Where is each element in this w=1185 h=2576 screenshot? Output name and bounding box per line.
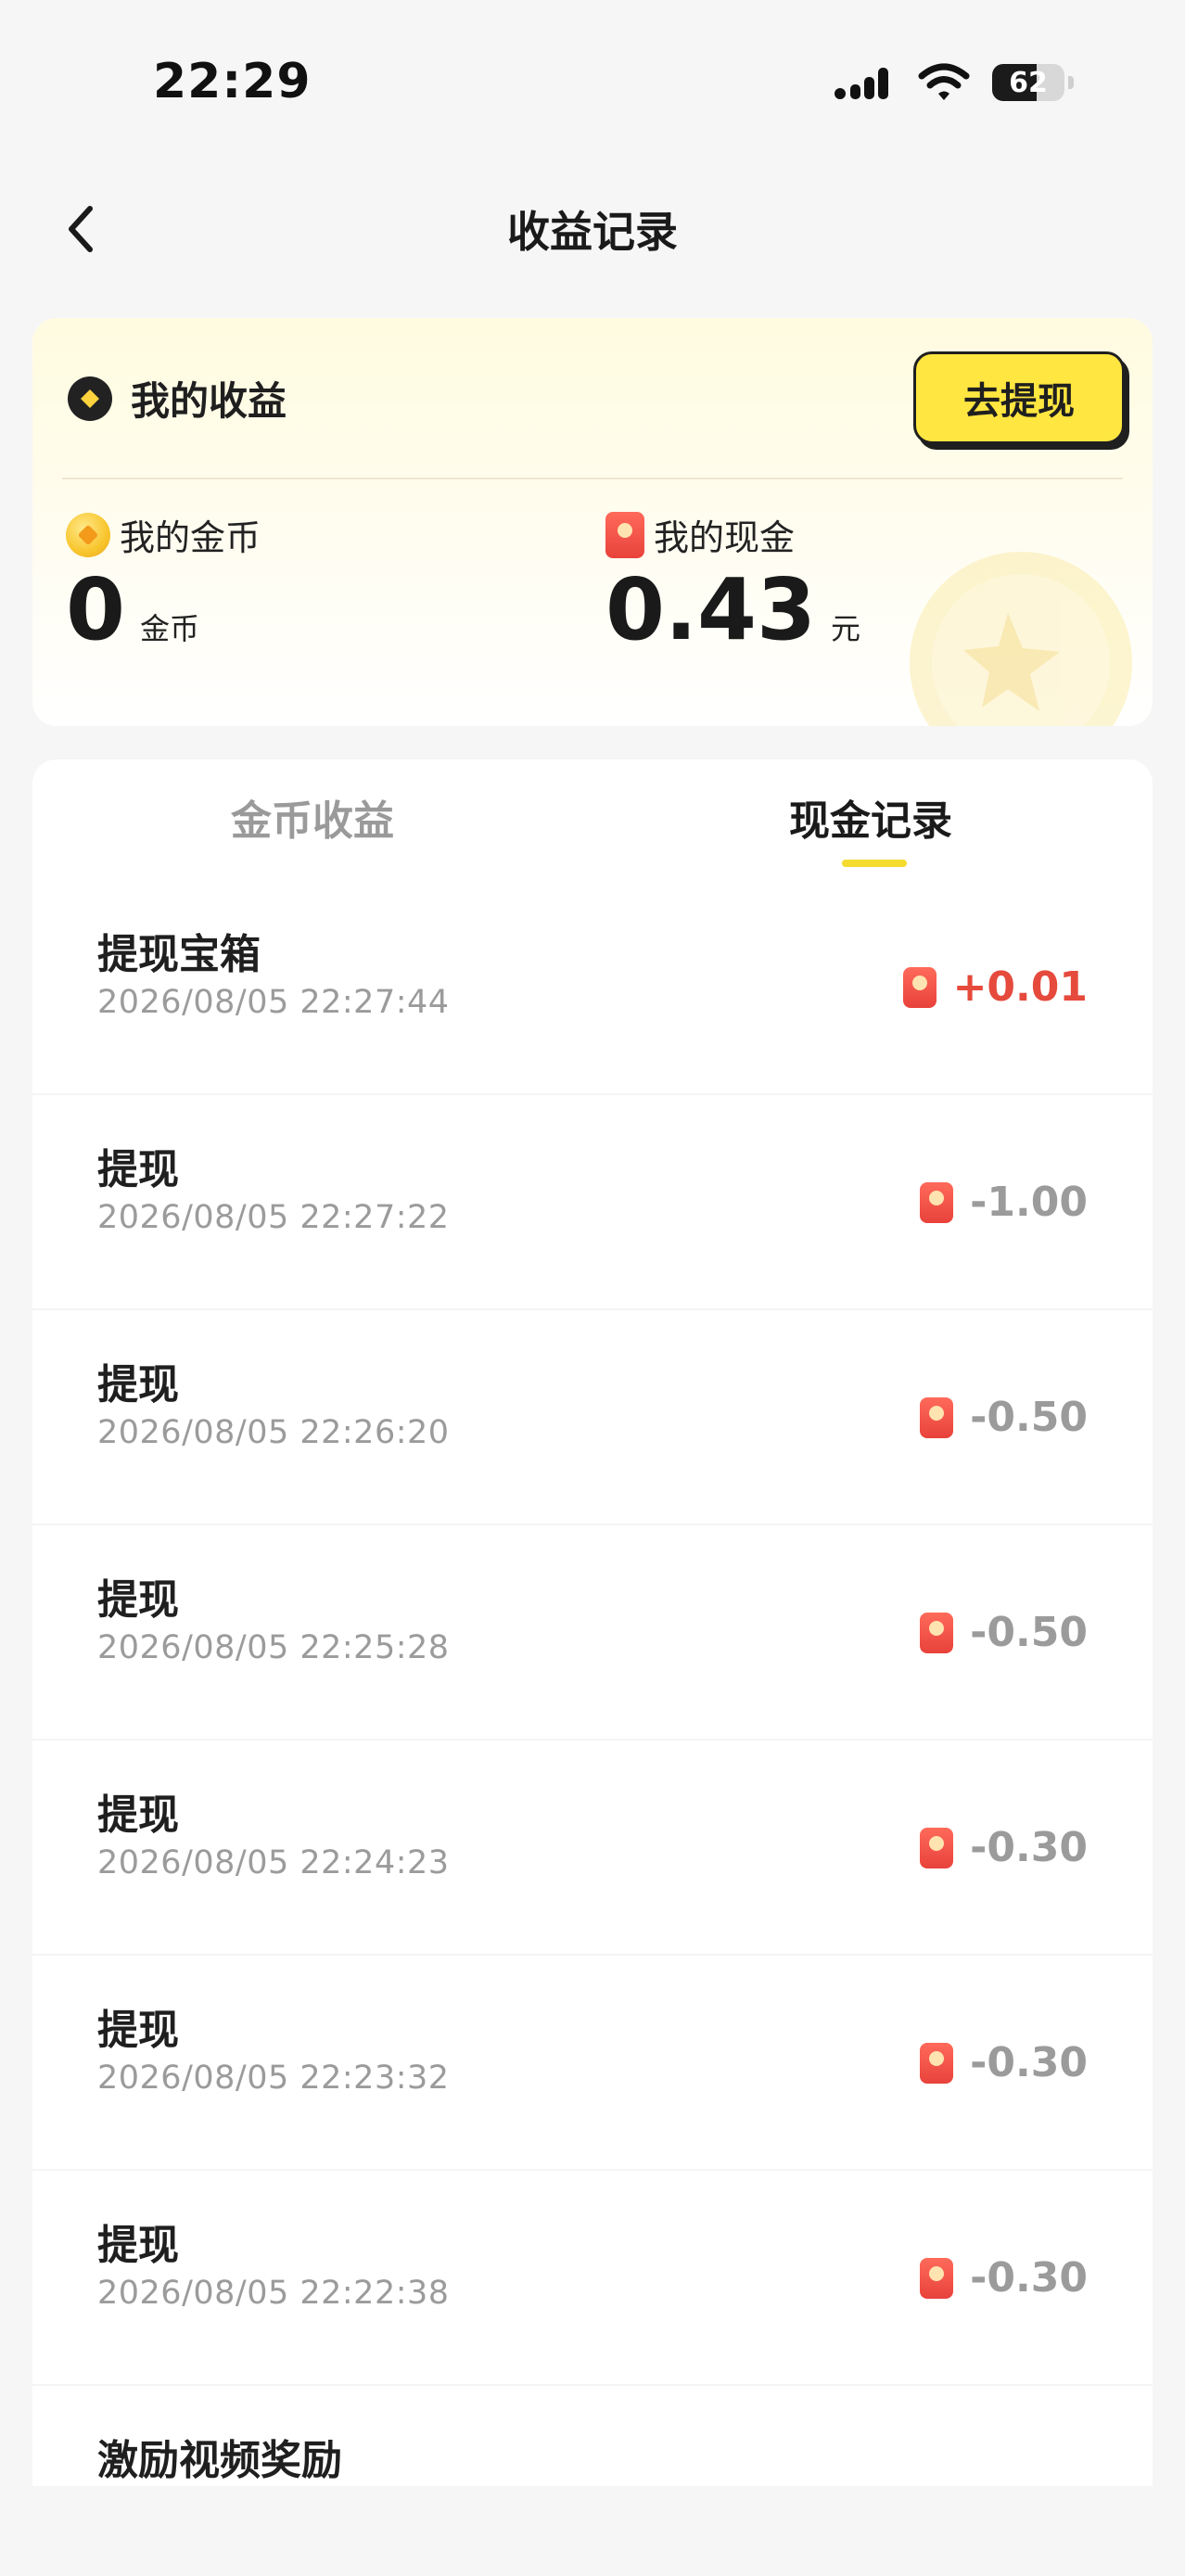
red-packet-icon	[920, 1612, 954, 1653]
cash-balance-label: 我的现金	[654, 517, 796, 558]
cash-balance: 我的现金 0.43 元	[605, 509, 860, 656]
record-title: 提现	[97, 1361, 179, 1409]
record-time: 2026/08/05 22:26:20	[97, 1414, 450, 1451]
battery-cap	[1068, 76, 1074, 89]
record-amount: -0.30	[970, 2254, 1088, 2302]
red-packet-icon	[605, 511, 644, 558]
record-title: 提现	[97, 1576, 179, 1624]
red-packet-icon	[920, 2042, 954, 2084]
coin-balance-value: 0	[66, 560, 126, 659]
record-amount-group: -0.30	[920, 2039, 1088, 2086]
record-amount: -0.50	[970, 1394, 1088, 1441]
record-amount-group: -0.30	[920, 2254, 1088, 2302]
withdraw-button[interactable]: 去提现	[913, 351, 1125, 444]
record-amount-group: -1.00	[920, 1179, 1088, 1226]
record-row[interactable]: 提现 2026/08/05 22:27:22 -1.00	[32, 1095, 1153, 1310]
cash-balance-unit: 元	[831, 611, 861, 646]
decorative-coin-icon	[910, 552, 1132, 726]
coin-balance-unit: 金币	[140, 611, 200, 646]
tab-cash-records[interactable]: 现金记录	[685, 787, 1056, 847]
card-divider	[62, 478, 1123, 479]
diamond-badge-icon	[68, 376, 112, 421]
gold-coin-icon	[66, 512, 110, 557]
record-amount: -0.30	[970, 2039, 1088, 2086]
record-time: 2026/08/05 22:27:22	[97, 1199, 450, 1236]
record-time: 2026/08/05 22:24:23	[97, 1844, 450, 1881]
nav-bar: 收益记录	[0, 176, 1185, 278]
earnings-card: 我的收益 去提现 我的金币 0 金币 我的现金 0.43 元	[32, 318, 1153, 726]
record-amount-group: -0.50	[920, 1609, 1088, 1656]
red-packet-icon	[920, 1396, 954, 1438]
record-amount-group: -0.30	[920, 1824, 1088, 1871]
record-title: 提现	[97, 1792, 179, 1839]
record-title: 提现宝箱	[97, 931, 261, 978]
record-row[interactable]: 提现 2026/08/05 22:26:20 -0.50	[32, 1310, 1153, 1525]
red-packet-icon	[920, 2257, 954, 2299]
record-time: 2026/08/05 22:25:28	[97, 1629, 450, 1666]
record-row[interactable]: 提现宝箱 2026/08/05 22:27:44 +0.01	[32, 880, 1153, 1095]
earnings-title: 我的收益	[131, 378, 287, 424]
record-time: 2026/08/05 22:23:32	[97, 2060, 450, 2097]
record-time: 2026/08/05 22:22:38	[97, 2275, 450, 2312]
page-title: 收益记录	[507, 207, 678, 257]
record-amount-group: -0.50	[920, 1394, 1088, 1441]
red-packet-icon	[902, 966, 937, 1008]
battery-icon: 62	[992, 64, 1064, 101]
record-title: 提现	[97, 2222, 179, 2269]
wifi-icon	[918, 63, 970, 100]
cellular-signal-icon	[835, 68, 888, 99]
record-title: 激励视频奖励	[97, 2437, 342, 2484]
record-row[interactable]: 提现 2026/08/05 22:22:38 -0.30	[32, 2171, 1153, 2386]
coin-balance-label: 我的金币	[120, 517, 261, 558]
record-amount: -0.50	[970, 1609, 1088, 1656]
record-row[interactable]: 提现 2026/08/05 22:23:32 -0.30	[32, 1956, 1153, 2171]
red-packet-icon	[920, 1827, 954, 1868]
record-amount: +0.01	[952, 963, 1088, 1011]
status-time: 22:29	[153, 54, 312, 109]
record-amount: -0.30	[970, 1824, 1088, 1871]
record-title: 提现	[97, 1146, 179, 1193]
tab-coin-earnings[interactable]: 金币收益	[127, 787, 498, 847]
record-amount-group: +0.01	[902, 963, 1088, 1011]
status-bar: 22:29 62	[0, 0, 1185, 176]
coin-balance: 我的金币 0 金币	[66, 509, 261, 656]
record-list: 提现宝箱 2026/08/05 22:27:44 +0.01 提现 2026/0…	[32, 880, 1153, 2486]
red-packet-icon	[920, 1181, 954, 1223]
record-time: 2026/08/05 22:27:44	[97, 984, 450, 1021]
earnings-header: 我的收益	[68, 370, 287, 427]
records-panel: 金币收益 现金记录 提现宝箱 2026/08/05 22:27:44 +0.01…	[32, 759, 1153, 2486]
status-icons: 62	[835, 63, 1074, 102]
record-tabs: 金币收益 现金记录	[32, 759, 1153, 880]
record-amount: -1.00	[970, 1179, 1088, 1226]
record-row[interactable]: 提现 2026/08/05 22:25:28 -0.50	[32, 1525, 1153, 1741]
cash-balance-value: 0.43	[605, 560, 816, 659]
record-title: 提现	[97, 2007, 179, 2054]
active-tab-indicator	[842, 860, 907, 867]
record-row[interactable]: 提现 2026/08/05 22:24:23 -0.30	[32, 1741, 1153, 1956]
battery-level: 62	[1009, 66, 1048, 99]
record-row[interactable]: 激励视频奖励	[32, 2386, 1153, 2486]
